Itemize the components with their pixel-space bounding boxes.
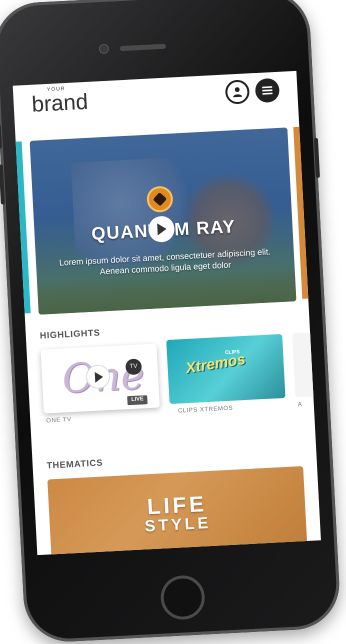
hero-banner[interactable]: QUANTUM RAY Lorem ipsum dolor sit amet, … [29, 127, 297, 315]
app-screen: YOUR brand QUANTUM RAY Lorem ipsum dolor… [12, 70, 321, 556]
highlights-heading: HIGHLIGHTS [39, 327, 101, 341]
logo-brand-text: brand [31, 88, 89, 117]
brand-logo[interactable]: YOUR brand [31, 85, 89, 117]
phone-mockup: YOUR brand QUANTUM RAY Lorem ipsum dolor… [0, 0, 342, 644]
card-caption: A [297, 402, 303, 409]
user-icon [233, 87, 243, 98]
play-icon [94, 371, 103, 383]
phone-power-button [313, 137, 320, 179]
highlight-card-xtremos[interactable]: CLIPS Xtremos [166, 334, 286, 404]
thematics-heading: THEMATICS [46, 457, 104, 471]
card-caption: CLIPS XTREMOS [177, 405, 234, 415]
xtremos-logo: Xtremos [184, 350, 247, 378]
menu-button[interactable] [254, 77, 280, 104]
card-caption: ONE TV [46, 417, 72, 425]
highlight-card-onetv[interactable]: One TV LIVE [40, 343, 160, 414]
menu-icon [262, 86, 273, 95]
play-icon [157, 223, 167, 236]
live-badge: LIVE [127, 395, 148, 406]
user-account-button[interactable] [224, 79, 250, 105]
thematic-card-lifestyle[interactable]: LIFE STYLE [47, 466, 308, 556]
